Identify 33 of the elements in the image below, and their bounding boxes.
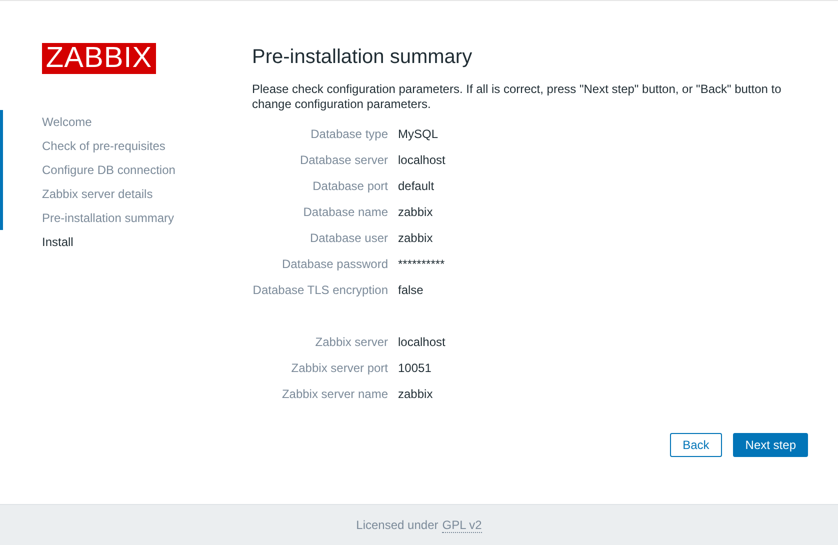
field-label: Database user (308, 231, 388, 245)
step-item: Check of pre-requisites (0, 134, 252, 158)
field-label: Database server (298, 153, 388, 167)
step-item: Configure DB connection (0, 158, 252, 182)
field-label: Database TLS encryption (252, 283, 388, 297)
field-value: ********** (398, 257, 445, 271)
field-value: localhost (398, 335, 446, 349)
field-value: 10051 (398, 361, 432, 375)
field-label: Database name (302, 205, 388, 219)
step-item: Zabbix server details (0, 182, 252, 206)
field-value: default (398, 179, 434, 193)
step-item: Pre-installation summary (0, 206, 252, 230)
field-value: zabbix (398, 387, 433, 401)
next-step-button[interactable]: Next step (733, 433, 808, 457)
field-label: Zabbix server (314, 335, 388, 349)
field-label: Zabbix server name (280, 387, 388, 401)
field-label: Database password (280, 257, 388, 271)
description-text: Please check configuration parameters. If all is correct, press "Next step" button, or "Back" button to change configuration parameters. (252, 82, 782, 112)
step-item: Welcome (0, 110, 252, 134)
field-value: localhost (398, 153, 446, 167)
field-value: zabbix (398, 205, 433, 219)
logo: ZABBIX (42, 43, 156, 74)
step-item: Install (41, 234, 74, 251)
page-title: Pre-installation summary (252, 46, 474, 70)
field-value: MySQL (398, 127, 438, 141)
field-label: Zabbix server port (290, 361, 388, 375)
field-value: false (398, 283, 424, 297)
field-label: Database type (310, 127, 388, 141)
license-link[interactable]: GPL v2 (442, 518, 482, 532)
license-text: Licensed under (356, 518, 438, 532)
field-label: Database port (312, 179, 388, 193)
field-value: zabbix (398, 231, 433, 245)
back-button[interactable]: Back (670, 433, 722, 457)
